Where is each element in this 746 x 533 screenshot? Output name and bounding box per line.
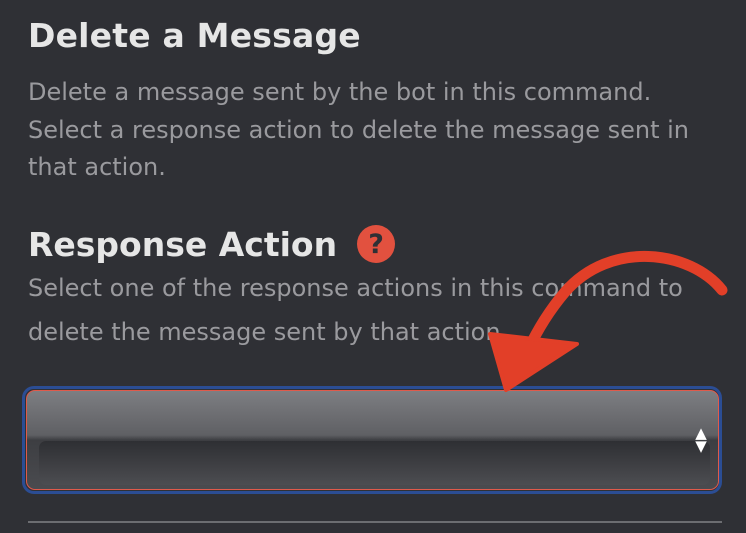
response-action-header: Response Action ? [28, 222, 396, 266]
section-title-delete-message: Delete a Message [28, 16, 361, 55]
response-action-select[interactable]: ▲ ▼ [26, 390, 719, 490]
select-inner [39, 441, 710, 485]
up-down-chevron-icon[interactable]: ▲ ▼ [694, 426, 708, 455]
divider [28, 521, 722, 523]
response-action-description: Select one of the response actions in th… [28, 274, 683, 346]
help-question-icon[interactable]: ? [357, 225, 396, 263]
delete-message-panel: Delete a Message Delete a message sent b… [0, 0, 746, 533]
chevron-down-icon: ▼ [695, 437, 707, 455]
delete-message-description: Delete a message sent by the bot in this… [28, 78, 690, 181]
response-action-title: Response Action [28, 224, 338, 264]
